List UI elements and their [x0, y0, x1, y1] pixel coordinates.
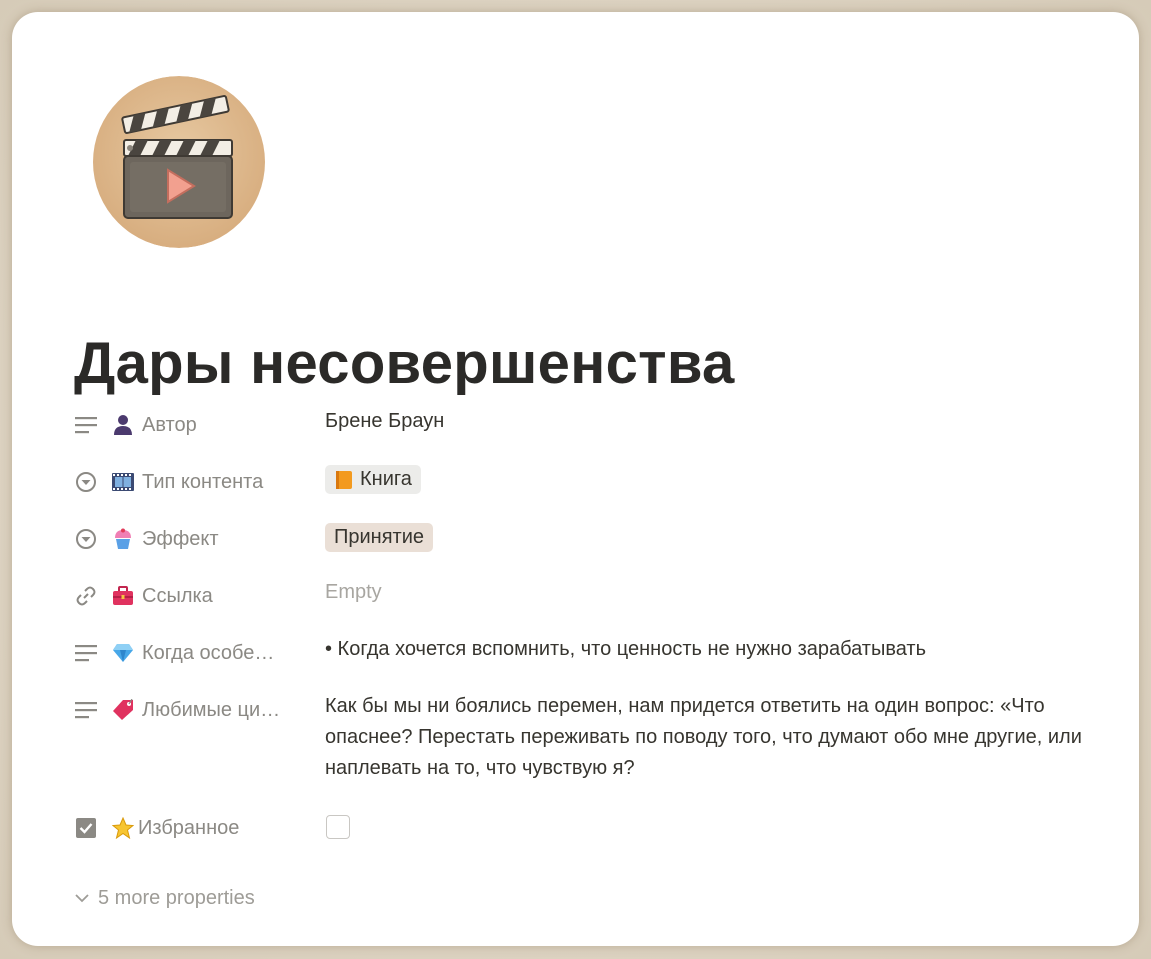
- person-icon: [112, 414, 134, 436]
- property-name[interactable]: Автор: [112, 410, 197, 440]
- property-label: Когда особе…: [142, 641, 275, 664]
- property-label: Ссылка: [142, 584, 213, 607]
- property-label: Эффект: [142, 527, 219, 550]
- film-frames-icon: [112, 471, 134, 493]
- property-name[interactable]: Избранное: [112, 813, 239, 843]
- page-card: Дары несовершенства Автор Брене Браун Ти…: [12, 12, 1139, 946]
- checkbox-type-icon: [74, 816, 98, 840]
- property-label: Любимые ци…: [142, 698, 281, 721]
- label-tag-icon: [112, 699, 134, 721]
- property-value[interactable]: • Когда хочется вспомнить, что ценность …: [325, 634, 1115, 665]
- text-lines-icon: [74, 641, 98, 665]
- orange-book-icon: [334, 470, 354, 490]
- property-value[interactable]: Как бы мы ни боялись перемен, нам придет…: [325, 691, 1115, 784]
- property-label: Тип контента: [142, 470, 264, 493]
- briefcase-icon: [112, 585, 134, 607]
- gem-icon: [112, 642, 134, 664]
- chevron-down-icon: [74, 889, 92, 907]
- property-value[interactable]: Брене Браун: [325, 406, 1115, 437]
- page-cover-image[interactable]: [92, 76, 266, 248]
- more-properties-toggle[interactable]: 5 more properties: [74, 884, 255, 912]
- property-name[interactable]: Ссылка: [112, 581, 213, 611]
- property-value[interactable]: Книга: [325, 465, 1115, 500]
- select-icon: [74, 470, 98, 494]
- property-value-empty[interactable]: Empty: [325, 577, 1115, 608]
- property-name[interactable]: Когда особе…: [112, 638, 274, 668]
- select-icon: [74, 527, 98, 551]
- tag-kniga[interactable]: Книга: [325, 465, 421, 494]
- text-lines-icon: [74, 413, 98, 437]
- cupcake-icon: [112, 528, 134, 550]
- more-properties-label: 5 more properties: [98, 886, 255, 909]
- star-icon: [112, 817, 134, 839]
- property-name[interactable]: Любимые ци…: [112, 695, 280, 725]
- property-name[interactable]: Эффект: [112, 524, 219, 554]
- text-lines-icon: [74, 698, 98, 722]
- property-name[interactable]: Тип контента: [112, 467, 263, 497]
- tag-prinyatie[interactable]: Принятие: [325, 523, 433, 552]
- property-label: Избранное: [138, 816, 240, 839]
- link-icon: [74, 584, 98, 608]
- property-value[interactable]: Принятие: [325, 522, 1115, 553]
- clapperboard-icon: [93, 76, 265, 248]
- property-label: Автор: [142, 413, 197, 436]
- page-title[interactable]: Дары несовершенства: [74, 330, 735, 397]
- favorite-checkbox[interactable]: [326, 815, 350, 839]
